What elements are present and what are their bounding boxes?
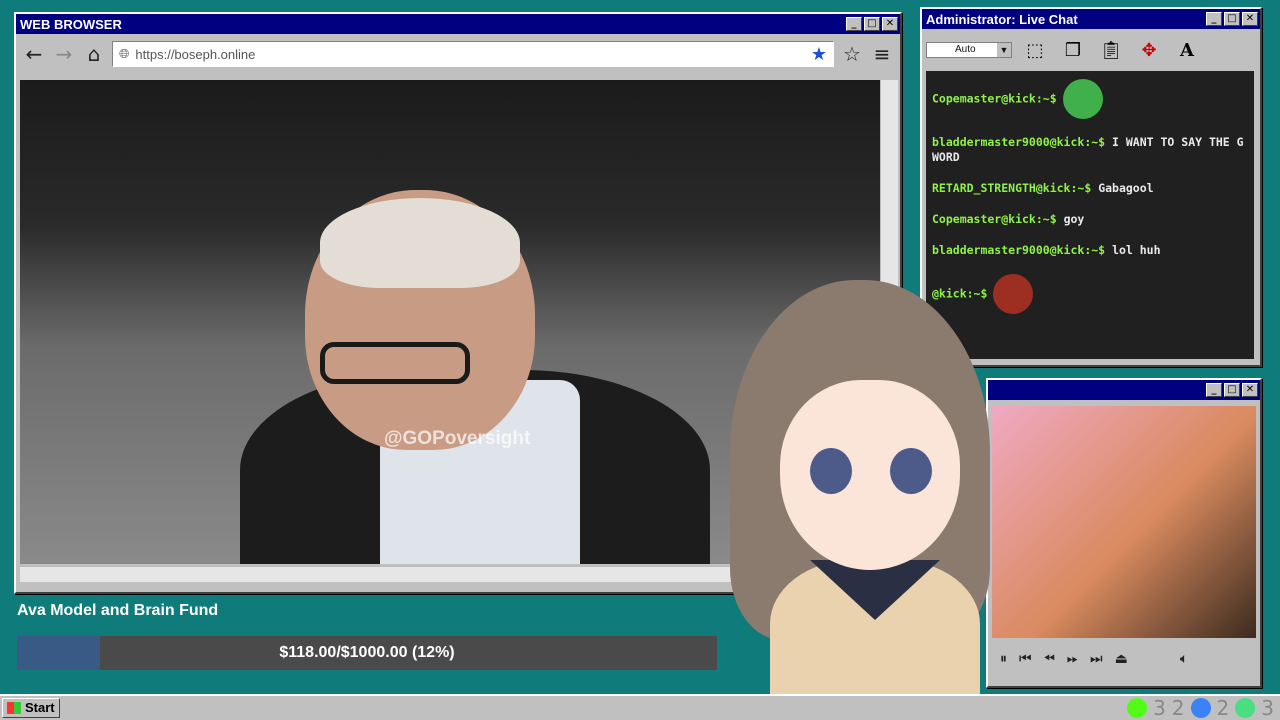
address-bar[interactable]: 🌐︎ https://boseph.online ★	[112, 41, 834, 67]
tray-count-4: 3	[1261, 696, 1274, 720]
chat-username[interactable]: Copemaster@kick:~$	[932, 92, 1057, 106]
video-window: _ □ ✕ ⏸︎ ⏮︎ ⏪︎ ⏩︎ ⏭︎ ⏏︎ 🔈︎	[986, 378, 1262, 688]
crying-frog-icon	[1062, 79, 1103, 119]
chat-titlebar[interactable]: Administrator: Live Chat _ □ ✕	[922, 9, 1260, 29]
fund-progress-bar: $118.00/$1000.00 (12%)	[17, 636, 717, 670]
chat-username[interactable]: bladdermaster9000@kick:~$	[932, 243, 1105, 257]
minimize-button[interactable]: _	[846, 17, 862, 31]
font-size-select[interactable]: Auto ▼	[926, 42, 1012, 58]
play-icon[interactable]	[1235, 698, 1256, 718]
photo-glasses	[320, 342, 470, 384]
chat-message: Copemaster@kick:~$ goy	[932, 212, 1248, 227]
chat-title: Administrator: Live Chat	[926, 11, 1078, 27]
avatar-eye-left	[810, 448, 852, 494]
tray-count-2: 2	[1171, 696, 1185, 720]
chevron-down-icon[interactable]: ▼	[997, 43, 1011, 57]
font-icon[interactable]: A	[1172, 35, 1202, 65]
chat-username[interactable]: bladdermaster9000@kick:~$	[932, 135, 1105, 149]
photo-hair	[320, 198, 520, 288]
chat-text: Gabagool	[1098, 181, 1154, 195]
browser-titlebar[interactable]: WEB BROWSER _ □ ✕	[16, 14, 900, 34]
chat-message: Copemaster@kick:~$	[932, 79, 1248, 119]
maximize-button[interactable]: □	[864, 17, 880, 31]
video-titlebar[interactable]: _ □ ✕	[988, 380, 1260, 400]
photo-watermark: @GOPoversight	[384, 428, 531, 449]
media-controls: ⏸︎ ⏮︎ ⏪︎ ⏩︎ ⏭︎ ⏏︎ 🔈︎	[992, 642, 1256, 676]
font-size-value: Auto	[955, 44, 976, 55]
chat-toolbar: Auto ▼ ⬚ ❐ 📋︎ ✥ A	[922, 29, 1260, 71]
vtuber-avatar	[710, 270, 1010, 720]
url-text: https://boseph.online	[135, 46, 256, 62]
browser-title: WEB BROWSER	[20, 16, 122, 32]
chat-message: bladdermaster9000@kick:~$ I WANT TO SAY …	[932, 135, 1248, 165]
favorite-outline-icon[interactable]: ☆	[840, 42, 864, 66]
avatar-eye-right	[890, 448, 932, 494]
minimize-button[interactable]: _	[1206, 383, 1222, 397]
volume-icon[interactable]: 🔈︎	[1180, 651, 1188, 667]
fund-progress-text: $118.00/$1000.00 (12%)	[279, 644, 455, 661]
paste-icon[interactable]: 📋︎	[1096, 35, 1126, 65]
start-label: Start	[25, 700, 55, 715]
skip-next-icon[interactable]: ⏭︎	[1090, 651, 1103, 667]
browser-toolbar: ← → ⌂ 🌐︎ https://boseph.online ★ ☆ ≡	[16, 34, 900, 74]
video-frame[interactable]	[992, 406, 1256, 638]
system-tray: 3 2 2 3	[1127, 696, 1274, 720]
skip-previous-icon[interactable]: ⏮︎	[1019, 651, 1032, 667]
minimize-button[interactable]: _	[1206, 12, 1222, 26]
maximize-button[interactable]: □	[1224, 383, 1240, 397]
menu-icon[interactable]: ≡	[870, 42, 894, 66]
home-icon[interactable]: ⌂	[82, 42, 106, 66]
chat-text: goy	[1063, 212, 1085, 226]
select-rect-icon[interactable]: ⬚	[1020, 35, 1050, 65]
avatar-face	[780, 380, 960, 570]
chat-username[interactable]: RETARD_STRENGTH@kick:~$	[932, 181, 1091, 195]
rewind-icon[interactable]: ⏪︎	[1044, 651, 1055, 667]
kick-icon[interactable]	[1127, 698, 1148, 718]
forward-arrow-icon[interactable]: →	[52, 42, 76, 66]
start-button[interactable]: Start	[2, 698, 60, 718]
chat-message: bladdermaster9000@kick:~$ lol huh	[932, 243, 1248, 258]
maximize-button[interactable]: □	[1224, 12, 1240, 26]
globe-icon: 🌐︎	[119, 46, 130, 62]
tray-count-3: 2	[1216, 696, 1230, 720]
fund-title: Ava Model and Brain Fund	[17, 602, 219, 619]
windows-logo-icon	[7, 702, 21, 714]
bookmark-star-icon[interactable]: ★	[811, 44, 827, 65]
fast-forward-icon[interactable]: ⏩︎	[1067, 651, 1078, 667]
back-arrow-icon[interactable]: ←	[22, 42, 46, 66]
chat-text: lol huh	[1112, 243, 1161, 257]
eject-icon[interactable]: ⏏︎	[1115, 651, 1128, 667]
chat-username[interactable]: Copemaster@kick:~$	[932, 212, 1057, 226]
close-button[interactable]: ✕	[1242, 383, 1258, 397]
chat-message: RETARD_STRENGTH@kick:~$ Gabagool	[932, 181, 1248, 196]
copy-icon[interactable]: ❐	[1058, 35, 1088, 65]
close-button[interactable]: ✕	[882, 17, 898, 31]
moon-icon[interactable]	[1190, 698, 1211, 718]
close-button[interactable]: ✕	[1242, 12, 1258, 26]
move-icon[interactable]: ✥	[1134, 35, 1164, 65]
taskbar: Start 3 2 2 3	[0, 694, 1280, 720]
tray-count-1: 3	[1153, 696, 1166, 720]
